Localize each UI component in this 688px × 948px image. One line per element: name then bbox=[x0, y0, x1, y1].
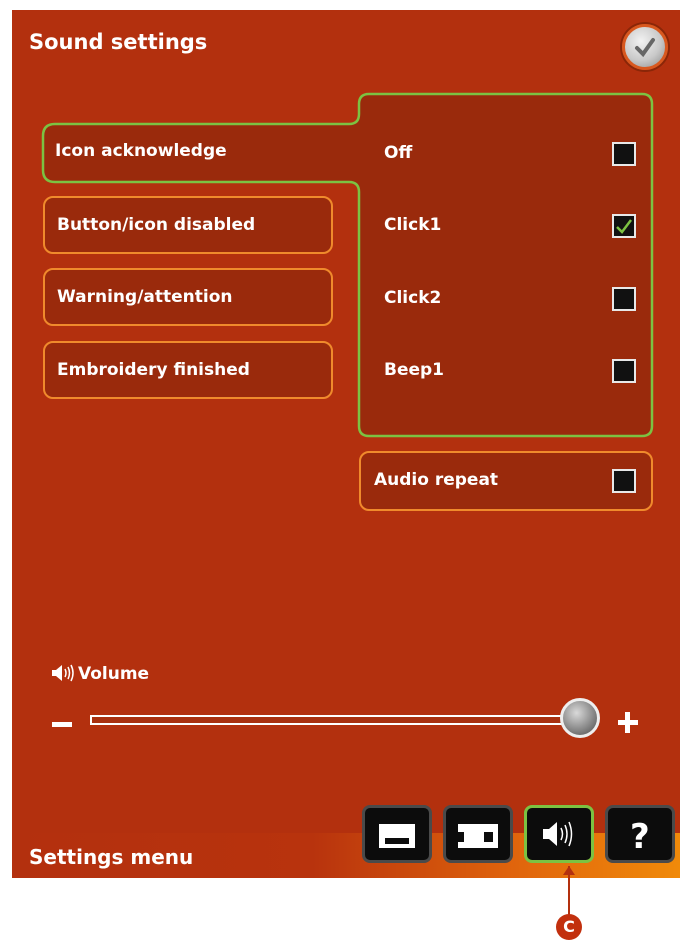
volume-slider-track[interactable] bbox=[90, 715, 580, 725]
footer-title: Settings menu bbox=[29, 845, 194, 869]
svg-text:?: ? bbox=[630, 817, 650, 857]
audio-repeat-label: Audio repeat bbox=[374, 470, 499, 490]
category-button-icon-disabled[interactable]: Button/icon disabled bbox=[43, 196, 333, 254]
sound-settings-button[interactable] bbox=[524, 805, 594, 863]
option-beep1-checkbox[interactable] bbox=[612, 359, 636, 383]
category-warning-attention[interactable]: Warning/attention bbox=[43, 268, 333, 326]
category-icon-acknowledge[interactable]: Icon acknowledge bbox=[43, 124, 333, 182]
sound-settings-icon bbox=[543, 821, 573, 847]
category-label: Icon acknowledge bbox=[55, 141, 227, 161]
help-icon: ? bbox=[630, 817, 650, 857]
option-click1-checkbox[interactable] bbox=[612, 214, 636, 238]
checkmark-icon bbox=[616, 219, 632, 234]
callout-badge: C bbox=[556, 914, 582, 940]
sewing-machine-settings-icon bbox=[379, 824, 415, 848]
option-click2-checkbox[interactable] bbox=[612, 287, 636, 311]
option-beep1-label: Beep1 bbox=[384, 360, 445, 380]
sewing-settings-button[interactable] bbox=[362, 805, 432, 863]
category-embroidery-finished[interactable]: Embroidery finished bbox=[43, 341, 333, 399]
category-label: Button/icon disabled bbox=[57, 215, 256, 235]
option-off-checkbox[interactable] bbox=[612, 142, 636, 166]
audio-repeat-checkbox[interactable] bbox=[612, 469, 636, 493]
volume-decrease-button[interactable] bbox=[52, 722, 72, 727]
option-click1-label: Click1 bbox=[384, 215, 442, 235]
speaker-icon bbox=[52, 664, 74, 682]
help-button[interactable]: ? bbox=[605, 805, 675, 863]
category-label: Embroidery finished bbox=[57, 360, 250, 380]
volume-slider-handle[interactable] bbox=[560, 698, 600, 738]
option-off-label: Off bbox=[384, 143, 413, 163]
embroidery-settings-button[interactable] bbox=[443, 805, 513, 863]
volume-label: Volume bbox=[78, 664, 150, 684]
sound-settings-screen: Sound settings Icon acknowledge Button/i… bbox=[12, 10, 680, 878]
option-click2-label: Click2 bbox=[384, 288, 442, 308]
volume-increase-button-stem[interactable] bbox=[625, 712, 630, 733]
embroidery-machine-settings-icon bbox=[458, 824, 498, 848]
category-label: Warning/attention bbox=[57, 287, 233, 307]
